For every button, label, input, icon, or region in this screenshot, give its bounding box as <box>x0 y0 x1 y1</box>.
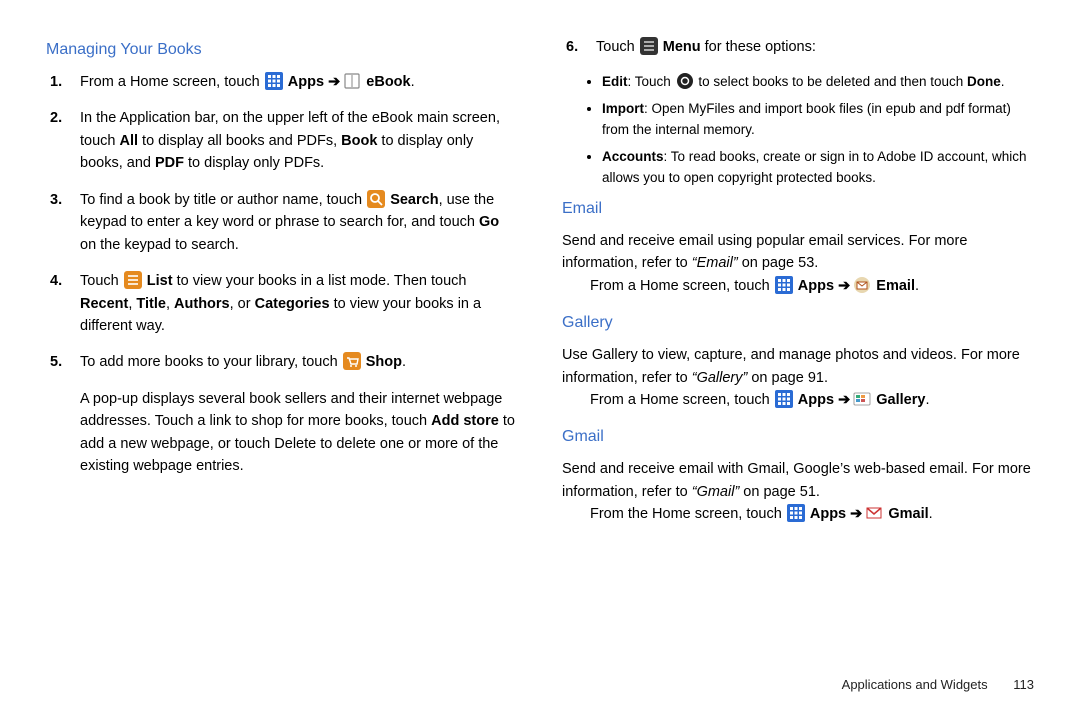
option-import: Import: Open MyFiles and import book fil… <box>602 99 1034 141</box>
managing-books-list: 1. From a Home screen, touch Apps ➔ eBoo… <box>46 71 518 478</box>
right-steps: 6. Touch Menu for these options: <box>562 36 1034 58</box>
menu-options: Edit: Touch to select books to be delete… <box>562 72 1034 189</box>
arrow-icon: ➔ <box>328 74 342 90</box>
gmail-body: Send and receive email with Gmail, Googl… <box>562 458 1034 503</box>
email-path: From a Home screen, touch Apps ➔ Email. <box>562 275 1034 297</box>
step-number: 3. <box>50 189 62 211</box>
step-text: From a Home screen, touch <box>80 74 264 90</box>
footer-page: 113 <box>1013 677 1034 692</box>
ebook-label: eBook <box>366 74 410 90</box>
step-3: 3. To find a book by title or author nam… <box>74 189 518 256</box>
step-number: 5. <box>50 351 62 373</box>
heading-managing-books: Managing Your Books <box>46 38 518 63</box>
apps-icon <box>775 276 793 294</box>
apps-icon <box>265 72 283 90</box>
step-5-extra: A pop-up displays several book sellers a… <box>74 388 518 478</box>
heading-gmail: Gmail <box>562 425 1034 450</box>
heading-gallery: Gallery <box>562 311 1034 336</box>
heading-email: Email <box>562 197 1034 222</box>
select-circle-icon <box>676 72 694 90</box>
gallery-icon <box>853 390 871 408</box>
page-footer: Applications and Widgets 113 <box>842 677 1034 692</box>
shop-icon <box>343 352 361 370</box>
menu-icon <box>640 37 658 55</box>
gallery-path: From a Home screen, touch Apps ➔ Gallery… <box>562 389 1034 411</box>
step-number: 1. <box>50 71 62 93</box>
gmail-path: From the Home screen, touch Apps ➔ Gmail… <box>562 503 1034 525</box>
step-number: 2. <box>50 107 62 129</box>
step-number: 6. <box>566 36 578 58</box>
step-5: 5. To add more books to your library, to… <box>74 351 518 373</box>
step-number: 4. <box>50 270 62 292</box>
arrow-icon: ➔ <box>838 392 852 408</box>
right-column: 6. Touch Menu for these options: Edit: T… <box>562 36 1034 676</box>
gallery-body: Use Gallery to view, capture, and manage… <box>562 344 1034 389</box>
apps-label: Apps <box>288 74 324 90</box>
page: Managing Your Books 1. From a Home scree… <box>0 0 1080 686</box>
footer-section: Applications and Widgets <box>842 677 988 692</box>
email-icon <box>853 276 871 294</box>
step-4: 4. Touch List to view your books in a li… <box>74 270 518 337</box>
apps-icon <box>775 390 793 408</box>
arrow-icon: ➔ <box>838 278 852 294</box>
period: . <box>411 74 415 90</box>
search-icon <box>367 190 385 208</box>
ebook-icon <box>343 72 361 90</box>
gmail-icon <box>865 504 883 522</box>
option-edit: Edit: Touch to select books to be delete… <box>602 72 1034 93</box>
apps-icon <box>787 504 805 522</box>
arrow-icon: ➔ <box>850 506 864 522</box>
left-column: Managing Your Books 1. From a Home scree… <box>46 36 518 676</box>
step-2: 2. In the Application bar, on the upper … <box>74 107 518 174</box>
step-1: 1. From a Home screen, touch Apps ➔ eBoo… <box>74 71 518 93</box>
email-body: Send and receive email using popular ema… <box>562 230 1034 275</box>
list-icon <box>124 271 142 289</box>
step-6: 6. Touch Menu for these options: <box>590 36 1034 58</box>
option-accounts: Accounts: To read books, create or sign … <box>602 147 1034 189</box>
